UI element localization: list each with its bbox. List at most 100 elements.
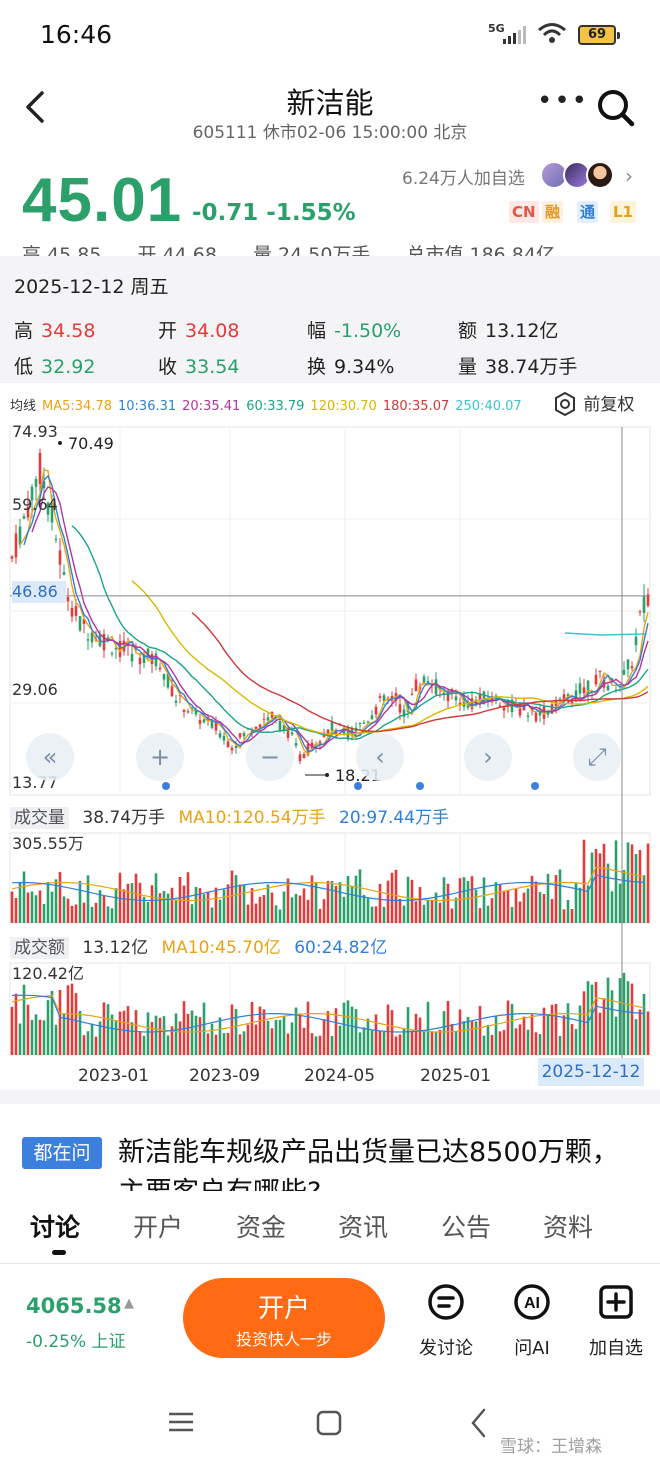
volume-bar — [378, 883, 382, 923]
amount-bar — [190, 1010, 194, 1055]
tab-open-account[interactable]: 开户 — [133, 1208, 183, 1244]
candle-body — [378, 696, 382, 699]
volume-bar — [194, 886, 198, 923]
tab-profile[interactable]: 资料 — [543, 1208, 593, 1244]
amount-bar — [642, 993, 646, 1055]
action-label: 问AI — [514, 1338, 550, 1359]
comment-icon — [428, 1284, 464, 1320]
tab-announcements[interactable]: 公告 — [441, 1208, 491, 1244]
action-label: 加自选 — [589, 1338, 643, 1359]
amount-bar — [474, 1021, 478, 1055]
tab-funds[interactable]: 资金 — [236, 1208, 286, 1244]
next-icon[interactable]: › — [464, 733, 512, 781]
ohlc-cell: 量 38.74万手 — [458, 352, 577, 379]
volume-bar — [374, 906, 378, 923]
menu-icon[interactable] — [166, 1410, 196, 1434]
tag-connect[interactable]: 通 — [577, 201, 599, 223]
volume-bar — [518, 901, 522, 923]
watchers-count[interactable]: 6.24万人加自选 — [402, 164, 525, 189]
tab-discussion[interactable]: 讨论 — [30, 1208, 80, 1244]
adjust-button[interactable]: 前复权 — [552, 390, 634, 417]
amount-bar — [178, 1021, 182, 1055]
volume-bar — [34, 895, 38, 923]
index-value[interactable]: 4065.58 — [26, 1294, 122, 1318]
volume-bar — [242, 885, 246, 923]
prev-icon[interactable]: ‹ — [356, 733, 404, 781]
volume-bar — [30, 891, 34, 923]
volume-bar — [330, 880, 334, 923]
ohlc-value: 13.12亿 — [485, 320, 559, 342]
amount-bar — [74, 993, 78, 1055]
amount-bar — [314, 1036, 318, 1055]
candle-body — [398, 704, 402, 713]
amount-bar — [362, 1027, 366, 1055]
volume-bar — [466, 880, 470, 923]
candle-body — [218, 733, 222, 738]
ohlc-cell: 幅 -1.50% — [307, 316, 401, 343]
open-account-button[interactable]: 开户 投资快人一步 — [183, 1278, 385, 1358]
amount-bar — [346, 1000, 350, 1055]
question-text[interactable]: 新洁能车规级产品出货量已达8500万颗，主要客户有哪些? — [118, 1133, 628, 1191]
back-icon[interactable] — [468, 1406, 490, 1440]
amount-bar — [570, 1024, 574, 1055]
crosshair-date-badge: 2025-12-12 — [538, 1058, 644, 1086]
ohlc-label: 收 — [158, 356, 178, 378]
candle-body — [110, 653, 114, 655]
amount-bar — [278, 1020, 282, 1055]
amount-bar — [390, 1010, 394, 1055]
home-icon[interactable] — [314, 1408, 344, 1438]
search-icon[interactable] — [596, 88, 636, 128]
amount-bar — [578, 1005, 582, 1055]
candle-body — [222, 736, 226, 741]
ohlc-label: 幅 — [307, 320, 327, 342]
ohlc-cell: 换 9.34% — [307, 352, 394, 379]
volume-bar — [430, 900, 434, 923]
rewind-icon[interactable]: « — [26, 733, 74, 781]
volume-bar — [166, 893, 170, 923]
amount-bar — [10, 1006, 14, 1055]
post-discussion-button[interactable]: 发讨论 — [411, 1282, 481, 1360]
amount-bar — [90, 1023, 94, 1055]
volume-bar — [478, 908, 482, 923]
expand-icon[interactable]: ⤢ — [573, 733, 621, 781]
tag-l1[interactable]: L1 — [610, 201, 636, 223]
amount-bar — [590, 984, 594, 1055]
ask-ai-button[interactable]: AI 问AI — [497, 1282, 567, 1360]
tag-margin[interactable]: 融 — [542, 201, 564, 223]
add-watchlist-button[interactable]: 加自选 — [581, 1282, 651, 1360]
ma-line — [191, 612, 649, 733]
amount-bar — [406, 1007, 410, 1055]
volume-bar — [486, 905, 490, 923]
amount-bar — [14, 993, 18, 1055]
more-icon[interactable]: ••• — [537, 88, 587, 116]
chevron-right-icon[interactable]: › — [625, 164, 633, 188]
volume-bar — [230, 870, 234, 923]
avatar — [586, 161, 614, 189]
tag-cn[interactable]: CN — [509, 201, 539, 223]
amount-bar — [502, 1030, 506, 1055]
amount-bar — [238, 1034, 242, 1055]
y-tick-label: 74.93 — [12, 422, 58, 441]
candle-body — [130, 654, 134, 662]
volume-bar — [458, 878, 462, 923]
amount-bar — [614, 1016, 618, 1055]
candle-body — [266, 717, 270, 721]
candle-body — [374, 706, 378, 715]
amount-bar — [446, 1001, 450, 1055]
candle-body — [242, 732, 246, 737]
amount-bar — [122, 1010, 126, 1055]
candle-body — [410, 693, 414, 695]
zoom-out-icon[interactable]: − — [246, 733, 294, 781]
tab-indicator — [52, 1250, 66, 1255]
panel-frame — [9, 832, 651, 924]
amount-bar — [110, 1014, 114, 1055]
candlestick-chart[interactable]: 74.9359.6446.8629.0613.7770.4918.21305.5… — [0, 415, 660, 1060]
volume-bar — [326, 880, 330, 923]
tab-news[interactable]: 资讯 — [338, 1208, 388, 1244]
amount-bar — [66, 985, 70, 1055]
candle-body — [186, 711, 190, 713]
svg-text:‹: ‹ — [375, 743, 385, 771]
ma-item: 180:35.07 — [382, 399, 450, 414]
zoom-in-icon[interactable]: + — [136, 733, 184, 781]
candle-body — [434, 679, 438, 695]
